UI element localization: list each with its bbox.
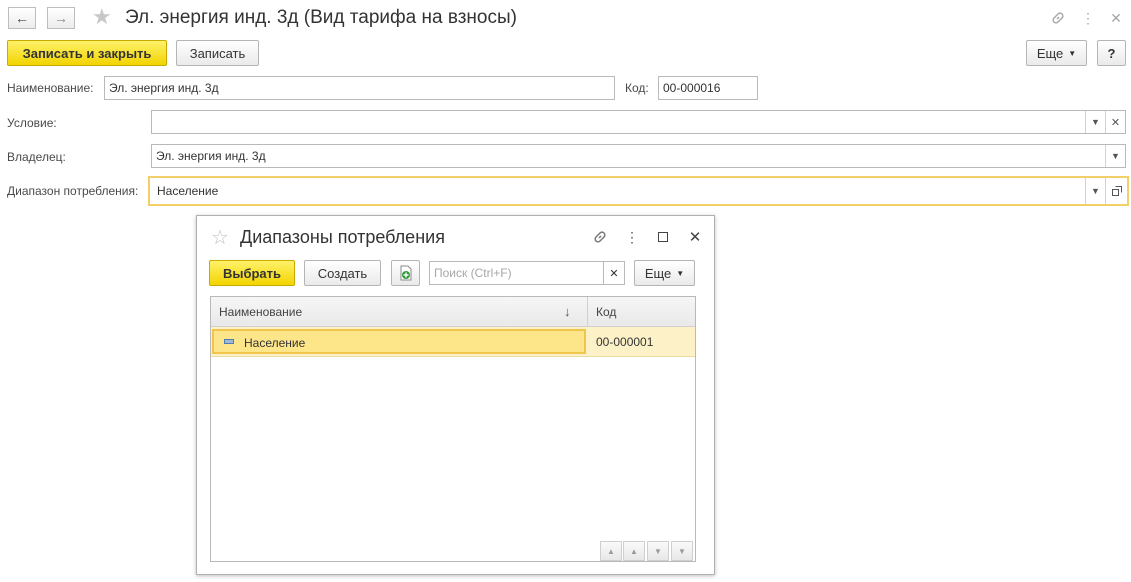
create-copy-icon [400,265,411,281]
clear-icon: ✕ [609,267,619,280]
code-label: Код: [625,81,649,95]
popup-favorite-star-icon[interactable]: ☆ [211,225,229,250]
caret-down-icon: ▼ [1111,151,1120,161]
caret-down-icon: ▼ [1068,48,1077,58]
range-value: Население [157,184,219,198]
scroll-last-icon: ▼ [678,546,686,556]
save-button[interactable]: Записать [176,40,259,66]
search-placeholder: Поиск (Ctrl+F) [434,266,512,280]
name-value: Эл. энергия инд. 3д [109,81,219,95]
row-code: 00-000001 [596,335,654,349]
column-header-code[interactable]: Код [596,297,686,326]
scroll-first-icon: ▲ [607,546,615,556]
owner-value: Эл. энергия инд. 3д [156,149,266,163]
search-input[interactable]: Поиск (Ctrl+F) [429,261,604,285]
range-dropdown-button[interactable]: ▼ [1085,178,1105,204]
window-title: Эл. энергия инд. 3д (Вид тарифа на взнос… [125,7,517,28]
popup-more-vertical-icon[interactable]: ⋮ [623,228,641,246]
row-name: Население [244,336,306,350]
scroll-first-button[interactable]: ▲ [600,541,622,561]
popup-close-icon[interactable]: ✕ [686,228,704,246]
scroll-down-icon: ▼ [654,546,662,556]
condition-clear-button[interactable]: ✕ [1105,111,1125,133]
range-open-button[interactable] [1105,178,1127,204]
forward-button[interactable]: → [47,7,75,29]
ranges-table[interactable]: Наименование ↓ Код Население 00-000001 ▲… [210,296,696,562]
name-input[interactable]: Эл. энергия инд. 3д [104,76,615,100]
scroll-up-icon: ▲ [630,546,638,556]
more-button[interactable]: Еще ▼ [1026,40,1087,66]
select-button[interactable]: Выбрать [209,260,295,286]
scroll-last-button[interactable]: ▼ [671,541,693,561]
code-input[interactable]: 00-000016 [658,76,758,100]
scroll-down-button[interactable]: ▼ [647,541,669,561]
condition-label: Условие: [7,116,57,130]
create-copy-button[interactable] [391,260,420,286]
popup-title: Диапазоны потребления [240,227,445,247]
create-button[interactable]: Создать [304,260,381,286]
favorite-star-icon[interactable]: ★ [92,6,112,28]
column-divider [587,297,588,326]
table-header: Наименование ↓ Код [211,297,695,327]
owner-dropdown-button[interactable]: ▼ [1105,145,1125,167]
sort-down-icon[interactable]: ↓ [564,304,571,319]
name-label: Наименование: [7,81,94,95]
help-button[interactable]: ? [1097,40,1126,66]
column-header-code-label: Код [596,304,617,319]
more-vertical-icon[interactable]: ⋮ [1079,9,1097,27]
item-icon [224,339,234,344]
arrow-right-icon: → [54,10,68,26]
range-label: Диапазон потребления: [7,184,139,198]
condition-input[interactable]: ▼ ✕ [151,110,1126,134]
range-input[interactable]: Население ▼ [148,176,1129,206]
popup-link-icon[interactable] [591,228,609,246]
arrow-left-icon: ← [15,10,29,26]
link-icon[interactable] [1049,9,1067,27]
popup-more-button[interactable]: Еще ▼ [634,260,695,286]
owner-label: Владелец: [7,150,66,164]
caret-down-icon: ▼ [676,268,685,278]
selection-popup: ☆ Диапазоны потребления ⋮ ✕ Выбрать Созд… [196,215,715,575]
popup-more-label: Еще [644,265,672,281]
search-clear-button[interactable]: ✕ [603,261,625,285]
owner-input[interactable]: Эл. энергия инд. 3д ▼ [151,144,1126,168]
clear-icon: ✕ [1110,116,1121,129]
open-window-icon [1111,186,1122,196]
table-row-name-cell[interactable]: Население [212,329,586,354]
more-button-label: Еще [1036,45,1064,61]
column-header-name-label: Наименование [219,304,303,319]
code-value: 00-000016 [663,81,721,95]
save-and-close-button[interactable]: Записать и закрыть [7,40,167,66]
column-header-name[interactable]: Наименование [219,297,579,326]
scroll-up-button[interactable]: ▲ [623,541,645,561]
caret-down-icon: ▼ [1091,117,1100,127]
popup-maximize-icon[interactable] [658,232,668,242]
close-icon[interactable]: ✕ [1107,9,1125,27]
condition-dropdown-button[interactable]: ▼ [1085,111,1105,133]
caret-down-icon: ▼ [1091,186,1100,196]
table-row[interactable]: Население 00-000001 [211,327,695,357]
back-button[interactable]: ← [8,7,36,29]
